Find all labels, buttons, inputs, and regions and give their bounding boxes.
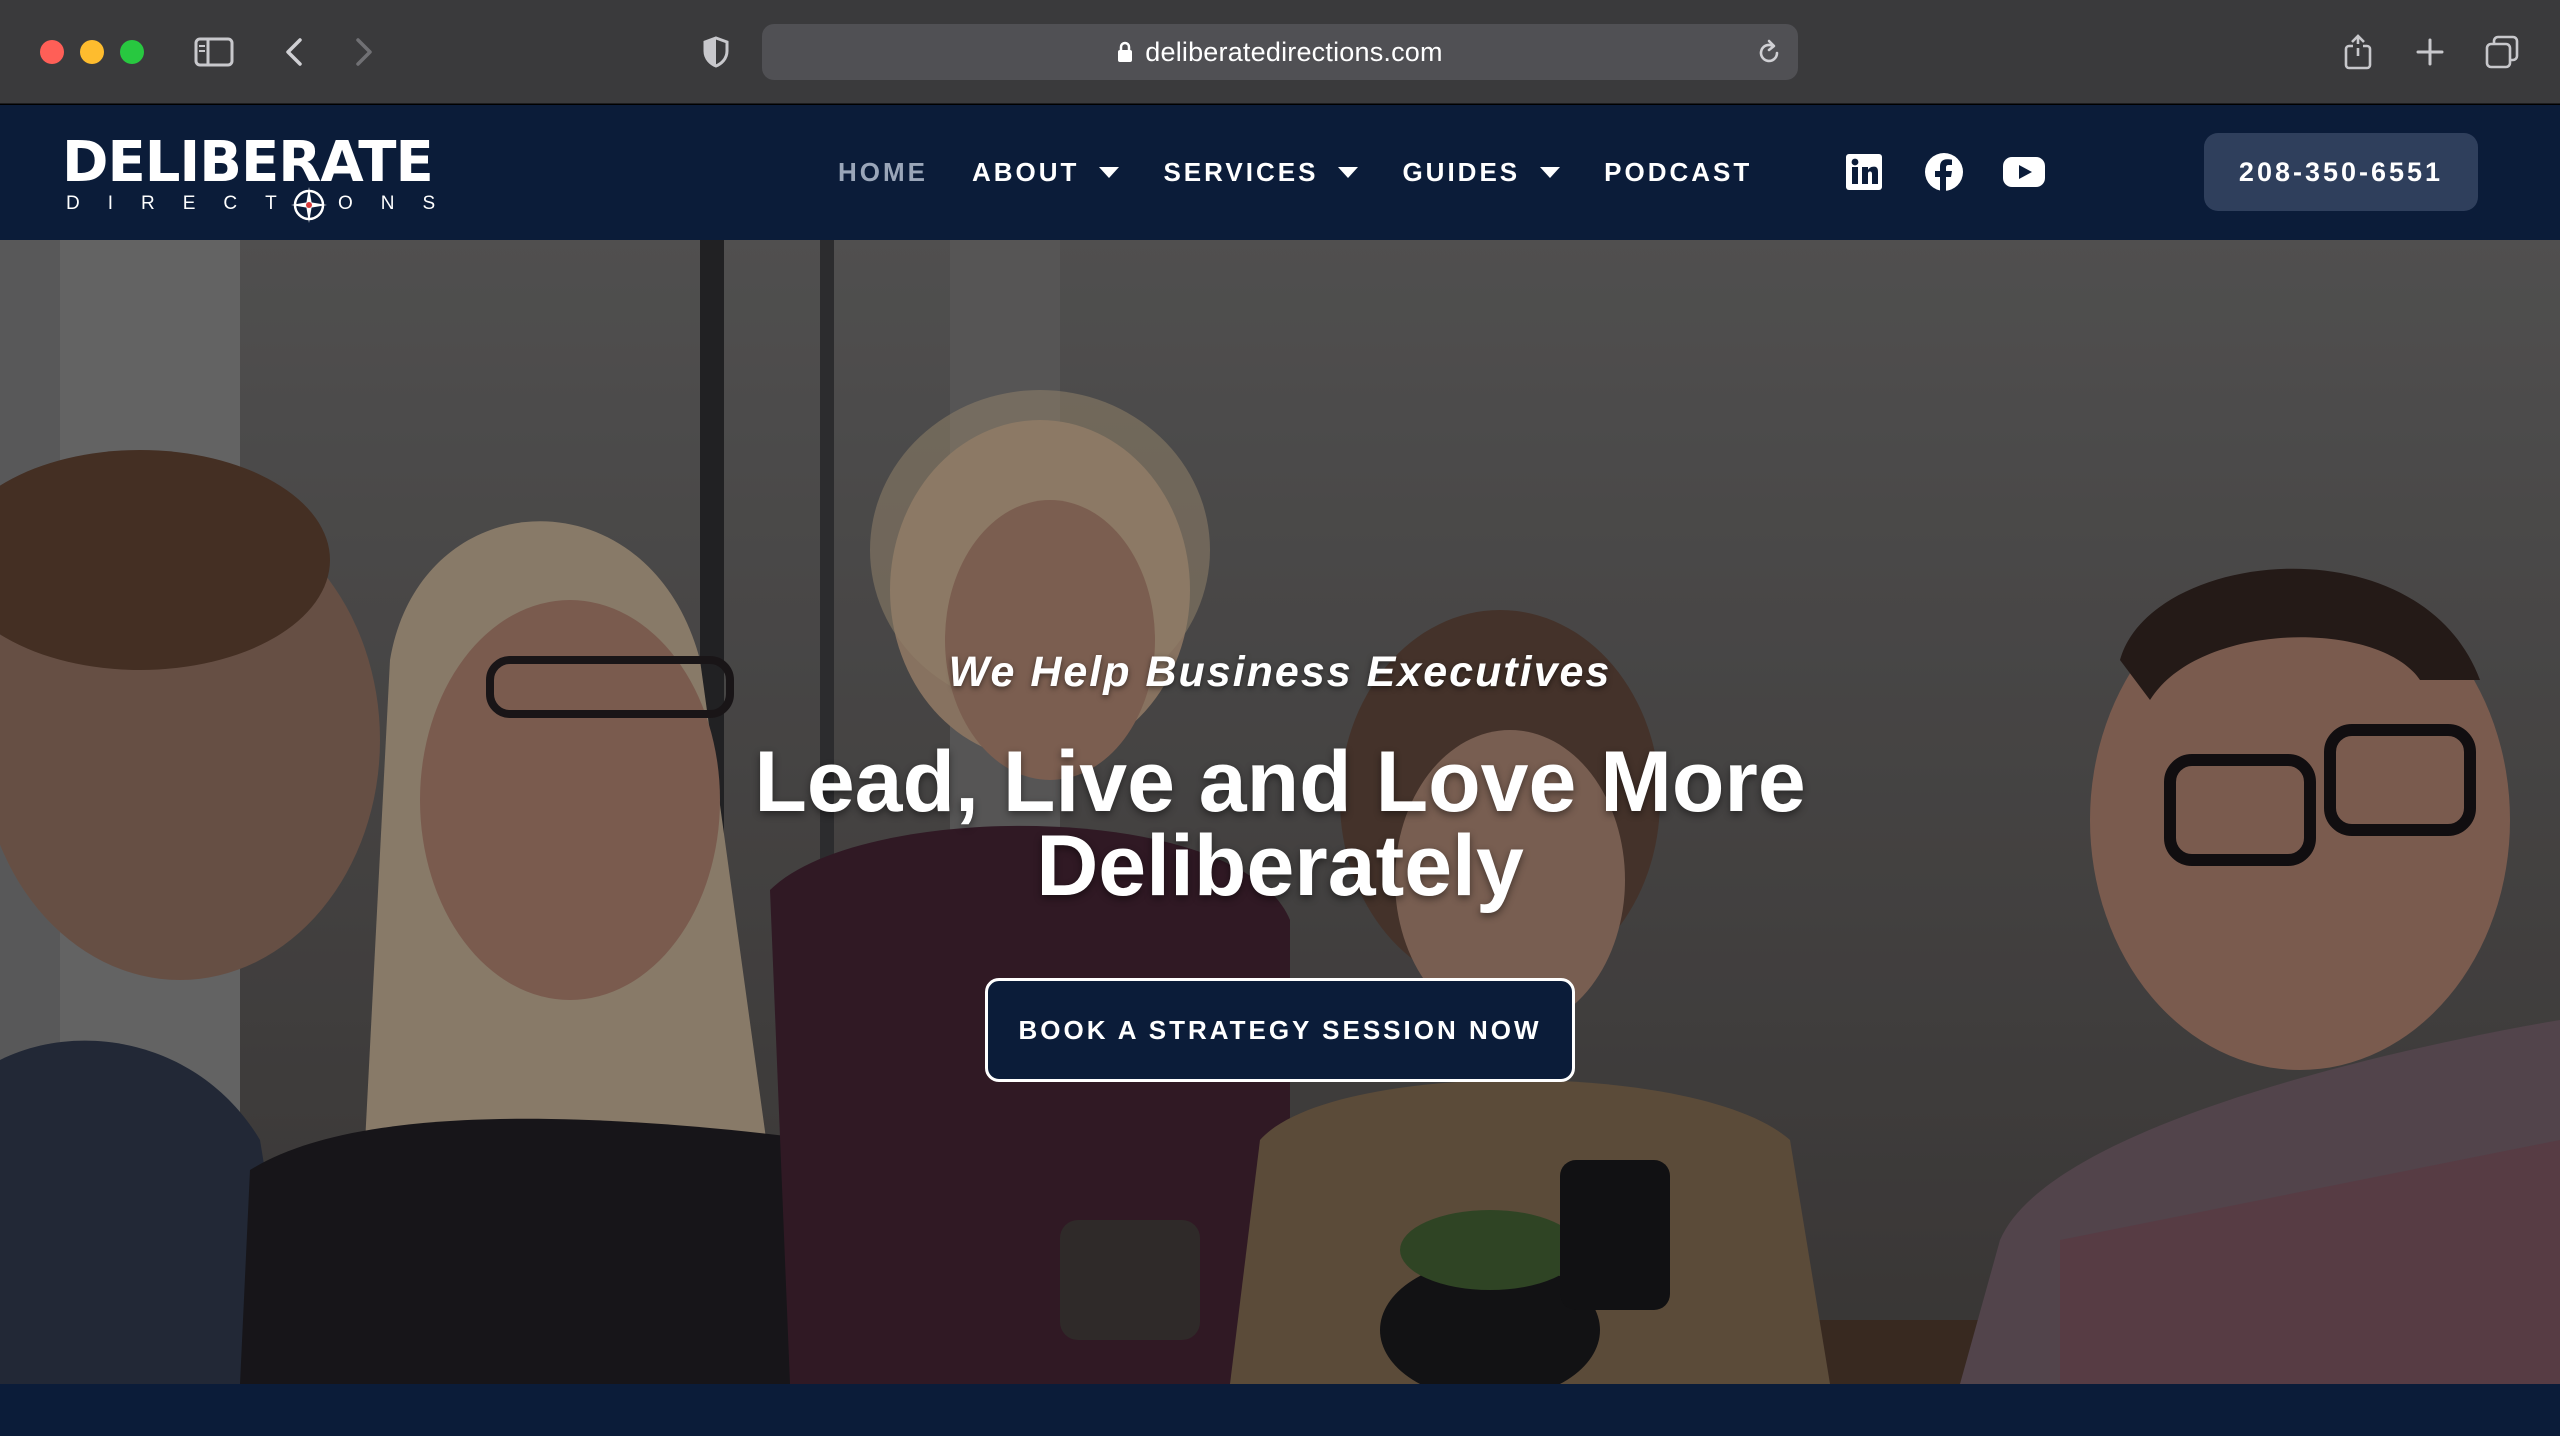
lock-icon xyxy=(1117,41,1133,63)
site-logo[interactable]: DELIBERATE DIRECTIONS xyxy=(62,130,464,225)
linkedin-icon[interactable] xyxy=(1842,150,1886,194)
caret-down-icon xyxy=(1099,166,1120,178)
new-tab-icon[interactable] xyxy=(2408,30,2452,74)
address-bar[interactable]: deliberatedirections.com xyxy=(762,24,1798,80)
zoom-window-button[interactable] xyxy=(120,40,144,64)
nav-services[interactable]: SERVICES xyxy=(1163,156,1359,188)
phone-button[interactable]: 208-350-6551 xyxy=(2204,133,2478,211)
nav-label: ABOUT xyxy=(972,156,1080,187)
facebook-icon[interactable] xyxy=(1922,150,1966,194)
nav-guides[interactable]: GUIDES xyxy=(1402,156,1561,188)
reload-icon[interactable] xyxy=(1756,38,1782,73)
url-text: deliberatedirections.com xyxy=(1145,36,1443,67)
nav-label: PODCAST xyxy=(1604,156,1753,187)
minimize-window-button[interactable] xyxy=(80,40,104,64)
youtube-icon[interactable] xyxy=(2002,150,2046,194)
caret-down-icon xyxy=(1540,166,1561,178)
caret-down-icon xyxy=(1338,166,1359,178)
logo-subtext: DIRECTIONS xyxy=(66,193,464,214)
hero-subtitle: We Help Business Executives xyxy=(948,648,1612,696)
back-icon[interactable] xyxy=(272,30,316,74)
browser-toolbar: deliberatedirections.com xyxy=(0,0,2560,104)
nav-label: SERVICES xyxy=(1163,156,1319,187)
logo-wordmark: DELIBERATE xyxy=(62,130,434,195)
privacy-shield-icon[interactable] xyxy=(694,30,738,74)
close-window-button[interactable] xyxy=(40,40,64,64)
hero-title: Lead, Live and Love More Deliberately xyxy=(754,734,1806,914)
nav-label: GUIDES xyxy=(1402,156,1521,187)
forward-icon[interactable] xyxy=(342,30,386,74)
hero-section: We Help Business Executives Lead, Live a… xyxy=(0,240,2560,1384)
nav-home[interactable]: HOME xyxy=(838,157,928,188)
nav-label: HOME xyxy=(838,156,928,187)
share-icon[interactable] xyxy=(2336,30,2380,74)
next-section-edge xyxy=(0,1384,2560,1436)
nav-about[interactable]: ABOUT xyxy=(972,156,1120,188)
nav-podcast[interactable]: PODCAST xyxy=(1604,157,1752,188)
main-navigation: HOME ABOUT SERVICES GUIDES PODCAST xyxy=(838,152,1796,192)
compass-icon xyxy=(291,187,327,223)
sidebar-toggle-icon[interactable] xyxy=(192,30,236,74)
tab-overview-icon[interactable] xyxy=(2480,30,2524,74)
book-strategy-session-button[interactable]: BOOK A STRATEGY SESSION NOW xyxy=(985,978,1575,1082)
